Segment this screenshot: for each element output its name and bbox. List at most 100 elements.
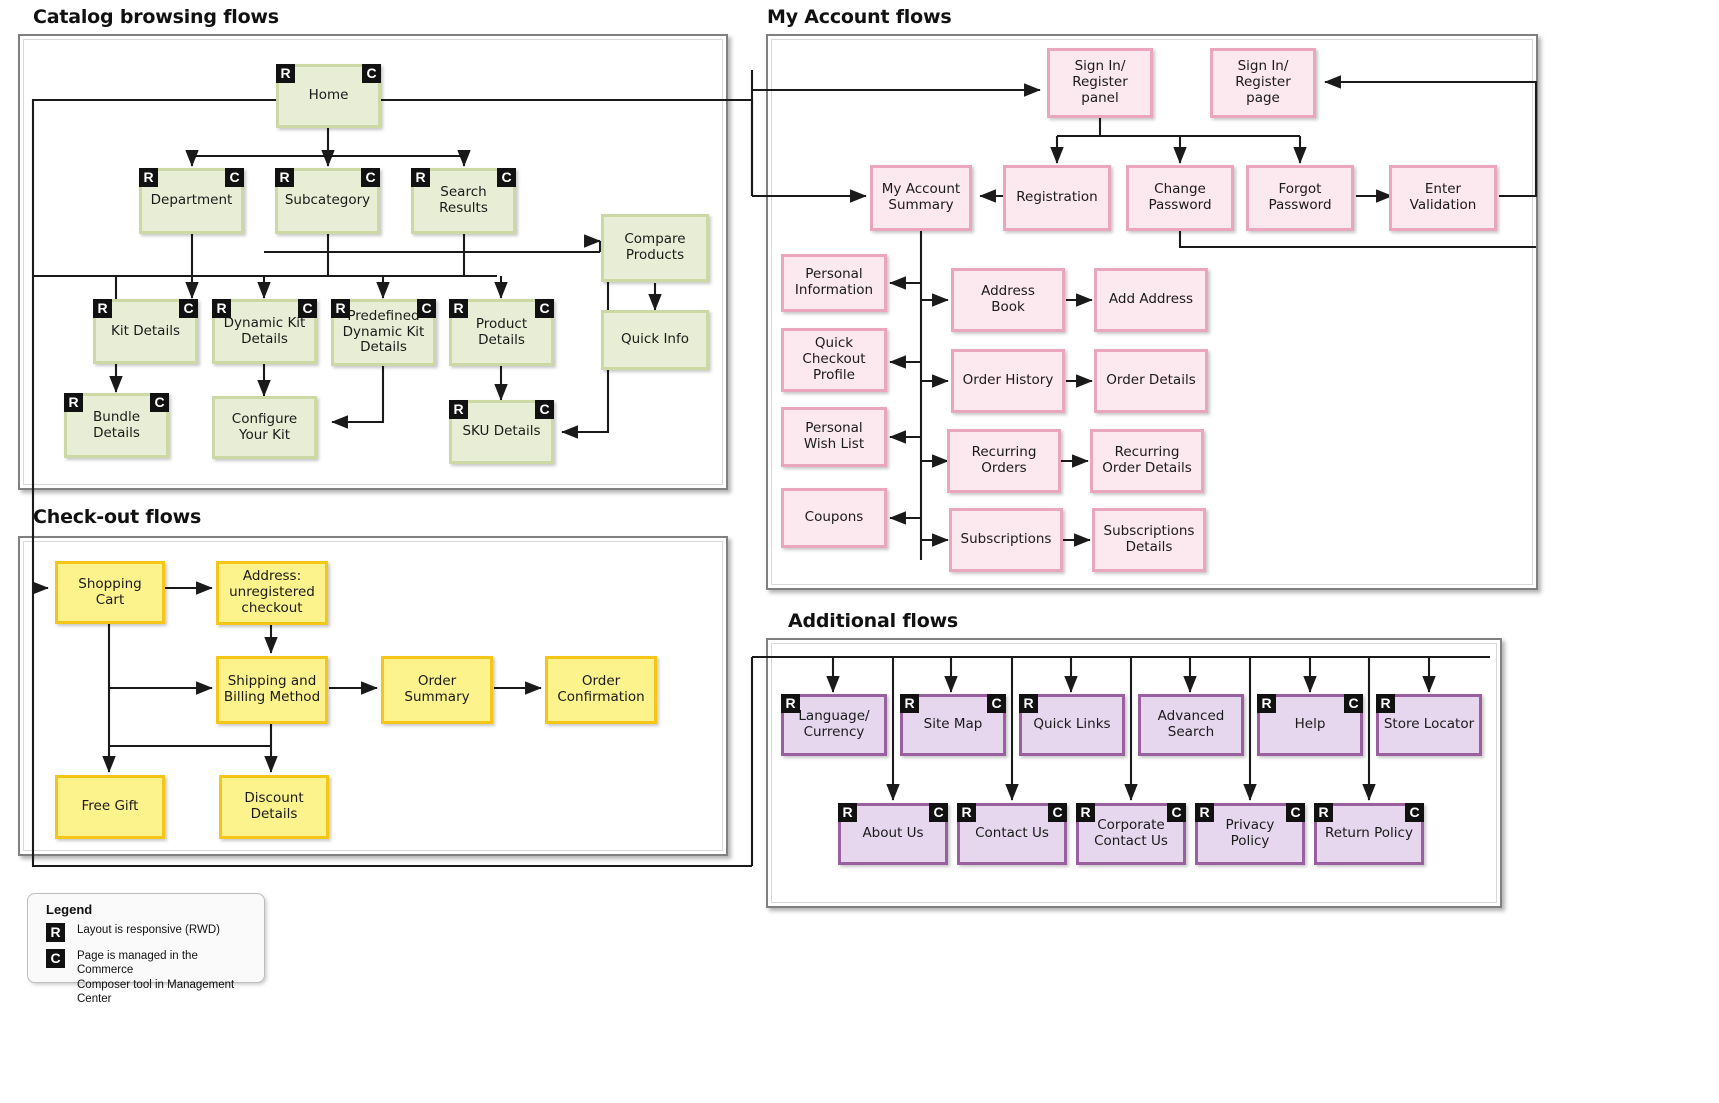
badge-composer-icon: C — [225, 168, 244, 187]
section-title-myaccount: My Account flows — [767, 6, 952, 28]
node-subscriptions[interactable]: Subscriptions — [949, 508, 1063, 572]
node-label: Recurring Orders — [971, 444, 1037, 476]
node-label: SKU Details — [462, 423, 541, 440]
badge-responsive-icon: R — [139, 168, 158, 187]
node-registration[interactable]: Registration — [1003, 165, 1111, 231]
node-order-summary[interactable]: Order Summary — [381, 656, 493, 724]
node-personal-wish-list[interactable]: Personal Wish List — [781, 407, 887, 467]
badge-composer-icon: C — [497, 168, 516, 187]
node-dynamic-kit-details[interactable]: R C Dynamic Kit Details — [212, 299, 317, 364]
node-address-book[interactable]: Address Book — [951, 268, 1065, 332]
node-home[interactable]: R C Home — [276, 64, 381, 128]
legend-panel: Legend R Layout is responsive (RWD) C Pa… — [27, 893, 265, 1005]
node-order-details[interactable]: Order Details — [1094, 349, 1208, 413]
node-label: Department — [150, 192, 233, 209]
badge-composer-icon: C — [150, 393, 169, 412]
node-sign-in-register-panel[interactable]: Sign In/Register panel — [1047, 48, 1153, 118]
node-personal-information[interactable]: Personal Information — [781, 254, 887, 312]
badge-responsive-icon: R — [276, 64, 295, 83]
node-label: Order Details — [1106, 372, 1196, 389]
node-free-gift[interactable]: Free Gift — [55, 775, 165, 839]
node-label: Subscriptions — [960, 531, 1052, 548]
node-bundle-details[interactable]: R C Bundle Details — [64, 393, 169, 458]
node-forgot-password[interactable]: Forgot Password — [1246, 165, 1354, 231]
node-label: My Account Summary — [881, 181, 961, 213]
node-help[interactable]: R C Help — [1257, 694, 1363, 756]
node-label: Contact Us — [975, 825, 1049, 842]
node-label: Advanced Search — [1157, 708, 1225, 740]
node-contact-us[interactable]: R C Contact Us — [957, 803, 1067, 865]
legend-row-composer: C Page is managed in the Commerce Compose… — [46, 949, 256, 1007]
node-order-history[interactable]: Order History — [951, 349, 1065, 413]
badge-responsive-icon: R — [275, 168, 294, 187]
badge-composer-icon: C — [417, 299, 436, 318]
node-quick-links[interactable]: R Quick Links — [1019, 694, 1125, 756]
panel-additional — [766, 638, 1502, 908]
node-label: Add Address — [1108, 291, 1194, 308]
node-enter-validation[interactable]: Enter Validation — [1389, 165, 1497, 231]
node-subcategory[interactable]: R C Subcategory — [275, 168, 380, 234]
badge-composer-icon: C — [298, 299, 317, 318]
node-label: Order Confirmation — [557, 673, 645, 705]
node-quick-info[interactable]: Quick Info — [601, 310, 709, 370]
node-label: Subscriptions Details — [1103, 523, 1195, 555]
node-kit-details[interactable]: R C Kit Details — [93, 299, 198, 364]
node-sku-details[interactable]: R C SKU Details — [449, 400, 554, 464]
node-label: Privacy Policy — [1225, 817, 1275, 849]
badge-responsive-icon: R — [1076, 803, 1095, 822]
badge-responsive-icon: R — [1257, 694, 1276, 713]
node-site-map[interactable]: R C Site Map — [900, 694, 1006, 756]
node-corporate-contact-us[interactable]: R C Corporate Contact Us — [1076, 803, 1186, 865]
badge-composer-icon: C — [1405, 803, 1424, 822]
node-quick-checkout-profile[interactable]: Quick Checkout Profile — [781, 328, 887, 392]
node-label: Compare Products — [624, 231, 686, 263]
badge-responsive-icon: R — [1314, 803, 1333, 822]
badge-composer-icon: C — [1344, 694, 1363, 713]
node-label: Shipping and Billing Method — [223, 673, 321, 705]
node-label: Dynamic Kit Details — [223, 314, 306, 347]
section-title-catalog: Catalog browsing flows — [33, 6, 279, 28]
node-label: Product Details — [475, 315, 528, 348]
legend-text: Page is managed in the Commerce Composer … — [77, 950, 235, 1006]
badge-responsive-icon: R — [1019, 694, 1038, 713]
node-store-locator[interactable]: R Store Locator — [1376, 694, 1482, 756]
node-configure-your-kit[interactable]: Configure Your Kit — [212, 396, 317, 459]
node-label: Site Map — [923, 716, 983, 733]
badge-composer-icon: C — [1286, 803, 1305, 822]
node-address-unregistered-checkout[interactable]: Address: unregistered checkout — [216, 561, 328, 625]
node-add-address[interactable]: Add Address — [1094, 268, 1208, 332]
node-shipping-and-billing-method[interactable]: Shipping and Billing Method — [216, 656, 328, 724]
node-shopping-cart[interactable]: Shopping Cart — [55, 561, 165, 624]
node-product-details[interactable]: R C Product Details — [449, 299, 554, 366]
badge-responsive-icon: R — [331, 299, 350, 318]
node-compare-products[interactable]: Compare Products — [601, 214, 709, 282]
node-label: Corporate Contact Us — [1094, 817, 1168, 849]
node-coupons[interactable]: Coupons — [781, 488, 887, 548]
node-order-confirmation[interactable]: Order Confirmation — [545, 656, 657, 724]
node-label: Address: unregistered checkout — [229, 568, 315, 616]
legend-text: Layout is responsive (RWD) — [77, 924, 220, 936]
node-label: Address Book — [981, 283, 1035, 315]
node-subscriptions-details[interactable]: Subscriptions Details — [1092, 508, 1206, 572]
node-label: Sign In/Register page — [1235, 58, 1291, 106]
node-my-account-summary[interactable]: My Account Summary — [870, 165, 972, 231]
node-label: Store Locator — [1383, 716, 1475, 733]
node-discount-details[interactable]: Discount Details — [219, 775, 329, 839]
badge-composer-icon: C — [535, 299, 554, 318]
badge-composer-icon: C — [362, 64, 381, 83]
node-label: Sign In/Register panel — [1072, 58, 1128, 106]
node-advanced-search[interactable]: Advanced Search — [1138, 694, 1244, 756]
node-predefined-dynamic-kit-details[interactable]: R C Predefined Dynamic Kit Details — [331, 299, 436, 366]
node-privacy-policy[interactable]: R C Privacy Policy — [1195, 803, 1305, 865]
node-sign-in-register-page[interactable]: Sign In/Register page — [1210, 48, 1316, 118]
node-change-password[interactable]: Change Password — [1126, 165, 1234, 231]
node-language-currency[interactable]: R Language/Currency — [781, 694, 887, 756]
badge-composer-icon: C — [361, 168, 380, 187]
node-department[interactable]: R C Department — [139, 168, 244, 234]
node-about-us[interactable]: R C About Us — [838, 803, 948, 865]
badge-responsive-icon: R — [1376, 694, 1395, 713]
node-recurring-order-details[interactable]: Recurring Order Details — [1090, 429, 1204, 493]
node-recurring-orders[interactable]: Recurring Orders — [947, 429, 1061, 493]
node-search-results[interactable]: R C Search Results — [411, 168, 516, 234]
node-return-policy[interactable]: R C Return Policy — [1314, 803, 1424, 865]
